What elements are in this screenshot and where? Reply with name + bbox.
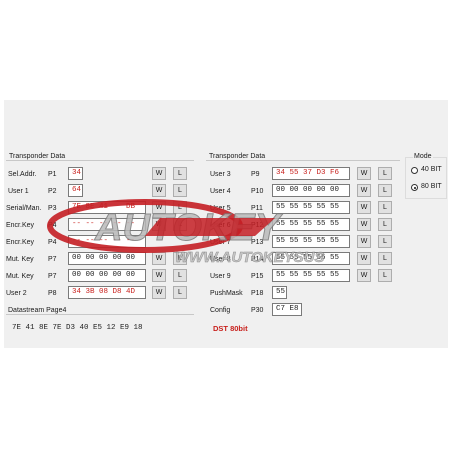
value-field[interactable]: 34 3B 08 D8 4D <box>68 286 146 299</box>
value-field[interactable]: 00 00 00 00 00 <box>68 269 146 282</box>
write-button[interactable]: W <box>152 269 166 282</box>
mode-option-label: 80 BIT <box>421 183 442 190</box>
page-label: P7 <box>48 273 57 280</box>
write-button[interactable]: W <box>152 167 166 180</box>
config-field[interactable]: C7 E8 <box>272 303 302 316</box>
write-button[interactable]: W <box>152 201 166 214</box>
lock-button[interactable]: L <box>173 218 187 231</box>
write-button[interactable]: W <box>152 252 166 265</box>
row-label: Mut. Key <box>6 273 34 280</box>
lock-button[interactable]: L <box>378 235 392 248</box>
write-button[interactable]: W <box>357 252 371 265</box>
value-field[interactable]: 55 55 55 55 55 <box>272 201 350 214</box>
write-button[interactable]: W <box>152 286 166 299</box>
write-button[interactable]: W <box>357 184 371 197</box>
value-field[interactable]: -- -- -- -- -- <box>68 218 146 231</box>
lock-button[interactable]: L <box>378 201 392 214</box>
row-label: User 7 <box>210 239 231 246</box>
row-label: User 6 <box>210 222 231 229</box>
page-label: P30 <box>251 307 264 314</box>
left-group-divider <box>6 160 194 161</box>
radio-80bit[interactable] <box>411 184 418 191</box>
lock-button[interactable]: L <box>378 218 392 231</box>
page-label: P9 <box>251 171 260 178</box>
value-field[interactable]: -- -- -- -- -- <box>68 235 146 248</box>
page-label: P14 <box>251 256 264 263</box>
write-button[interactable]: W <box>357 167 371 180</box>
row-label: Serial/Man. <box>6 205 42 212</box>
dst-type-label: DST 80bit <box>213 324 248 333</box>
lock-button[interactable]: L <box>173 286 187 299</box>
row-label: Sel.Addr. <box>8 171 37 178</box>
lock-button[interactable]: L <box>378 252 392 265</box>
write-button[interactable]: W <box>357 269 371 282</box>
row-label: Encr.Key <box>6 222 35 229</box>
page-label: P4 <box>48 222 57 229</box>
pushmask-field[interactable]: 55 <box>272 286 287 299</box>
value-field[interactable]: 55 55 55 55 55 <box>272 218 350 231</box>
row-label: User 4 <box>210 188 231 195</box>
lock-button[interactable]: L <box>173 269 187 282</box>
lock-button[interactable]: L <box>173 201 187 214</box>
page-label: P12 <box>251 222 264 229</box>
value-field[interactable]: 55 55 55 55 55 <box>272 252 350 265</box>
page-label: P10 <box>251 188 264 195</box>
datastream-label: Datastream Page4 <box>8 307 67 314</box>
write-button[interactable]: W <box>152 218 166 231</box>
page-label: P13 <box>251 239 264 246</box>
row-label: Encr.Key <box>6 239 35 246</box>
page-label: P15 <box>251 273 264 280</box>
lock-button[interactable]: L <box>378 184 392 197</box>
value-field[interactable]: 55 55 55 55 55 <box>272 235 350 248</box>
page-label: P7 <box>48 256 57 263</box>
page-label: P18 <box>251 290 264 297</box>
datastream-value: 7E 41 8E 7E D3 40 E5 12 E9 18 <box>12 324 143 332</box>
page-label: P2 <box>48 188 57 195</box>
lock-button[interactable]: L <box>378 269 392 282</box>
lock-button[interactable]: L <box>173 184 187 197</box>
config-label: Config <box>210 307 231 314</box>
write-button[interactable]: W <box>357 218 371 231</box>
value-field[interactable]: 00 00 00 00 00 <box>68 252 146 265</box>
lock-button[interactable]: L <box>173 252 187 265</box>
page-label: P8 <box>48 290 57 297</box>
lock-button[interactable]: L <box>378 167 392 180</box>
page-label: P4 <box>48 239 57 246</box>
page-label: P1 <box>48 171 57 178</box>
row-label: User 3 <box>210 171 231 178</box>
row-label: User 5 <box>210 205 231 212</box>
value-field[interactable]: 00 00 00 00 00 <box>272 184 350 197</box>
value-field[interactable]: 34 <box>68 167 83 180</box>
mode-title: Mode <box>413 153 433 160</box>
mode-group <box>405 157 447 199</box>
mode-option-label: 40 BIT <box>421 166 442 173</box>
row-label: User 1 <box>8 188 29 195</box>
write-button[interactable]: W <box>357 201 371 214</box>
right-group-divider <box>206 160 400 161</box>
value-field[interactable]: 34 55 37 D3 F6 <box>272 167 350 180</box>
radio-40bit[interactable] <box>411 167 418 174</box>
row-label: Mut. Key <box>6 256 34 263</box>
row-label: User 9 <box>210 273 231 280</box>
page-label: P3 <box>48 205 57 212</box>
page-label: P11 <box>251 205 263 212</box>
row-label: User 2 <box>6 290 27 297</box>
value-field[interactable]: 64 <box>68 184 83 197</box>
datastream-divider <box>6 314 194 315</box>
lock-button[interactable]: L <box>173 167 187 180</box>
row-label: User 8 <box>210 256 231 263</box>
left-group-title: Transponder Data <box>9 153 66 160</box>
value-field[interactable]: 55 55 55 55 55 <box>272 269 350 282</box>
pushmask-label: PushMask <box>210 290 243 297</box>
value-field[interactable]: 7E 8E 41 DB <box>68 201 146 214</box>
write-button[interactable]: W <box>357 235 371 248</box>
right-group-title: Transponder Data <box>209 153 266 160</box>
write-button[interactable]: W <box>152 184 166 197</box>
